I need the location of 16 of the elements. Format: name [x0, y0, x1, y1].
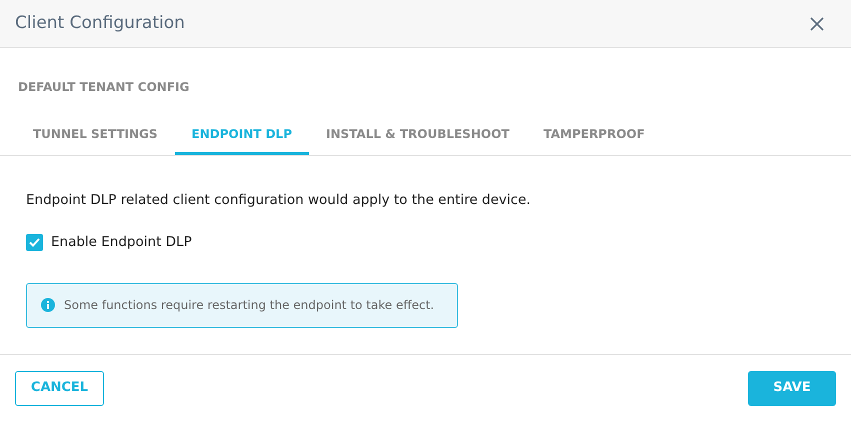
- checkmark-icon: [29, 238, 40, 247]
- cancel-button[interactable]: CANCEL: [15, 370, 104, 406]
- window-title: Client Configuration: [15, 12, 185, 35]
- info-message: Some functions require restarting the endpoint to take effect.: [64, 297, 434, 314]
- tab[interactable]: TAMPERPROOF: [526, 113, 662, 155]
- section-heading: DEFAULT TENANT CONFIG: [18, 80, 190, 94]
- info-icon: [41, 298, 55, 312]
- tab[interactable]: TUNNEL SETTINGS: [16, 113, 175, 155]
- close-icon: [810, 16, 824, 30]
- description-text: Endpoint DLP related client configuration would apply to the entire device.: [26, 191, 532, 210]
- save-button[interactable]: SAVE: [748, 370, 836, 406]
- tab[interactable]: ENDPOINT DLP: [174, 113, 310, 155]
- checkbox-label: Enable Endpoint DLP: [51, 233, 192, 252]
- checkbox[interactable]: [26, 234, 43, 251]
- tab[interactable]: INSTALL & TROUBLESHOOT: [309, 113, 526, 155]
- close-button[interactable]: [809, 16, 825, 32]
